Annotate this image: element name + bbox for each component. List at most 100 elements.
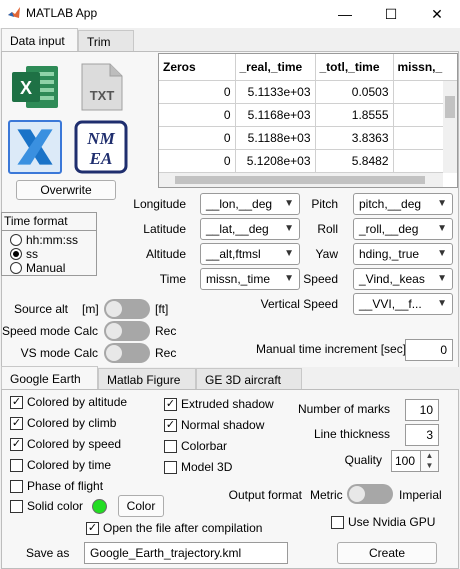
radio-hhmmss[interactable] xyxy=(10,234,22,246)
chevron-down-icon: ▼ xyxy=(437,273,447,284)
table-row[interactable]: 0 5.1168e+03 1.8555 1 xyxy=(159,103,457,127)
checkbox-label: Colored by time xyxy=(27,458,112,472)
column-header[interactable]: missn,_ xyxy=(393,54,457,81)
checkbox-label: Use Nvidia GPU xyxy=(348,515,436,529)
scrollbar-thumb[interactable] xyxy=(175,176,425,184)
speed-dropdown[interactable]: _Vind,_keas ▼ xyxy=(353,268,453,290)
color-button[interactable]: Color xyxy=(118,495,164,517)
table-row[interactable]: 0 5.1208e+03 5.8482 5 xyxy=(159,149,457,173)
dropdown-value: _Vind,_keas xyxy=(359,272,425,286)
switch-left-label: Metric xyxy=(310,488,343,502)
time-format-title: Time format xyxy=(4,214,68,228)
output-format-label: Output format xyxy=(228,488,302,502)
x-tool-icon[interactable] xyxy=(8,120,62,174)
excel-icon[interactable]: X xyxy=(8,60,62,114)
radio-label: ss xyxy=(26,247,38,261)
table-cell[interactable]: 5.1133e+03 xyxy=(235,80,316,104)
extruded-shadow-checkbox[interactable]: ✓ xyxy=(164,398,177,411)
column-header[interactable]: _totl,_time xyxy=(315,54,394,81)
time-label: Time xyxy=(159,272,186,286)
table-cell[interactable]: 0.0503 xyxy=(315,80,394,104)
switch-right-label: Rec xyxy=(155,324,177,338)
chevron-down-icon: ▼ xyxy=(437,223,447,234)
save-as-field[interactable]: Google_Earth_trajectory.kml xyxy=(84,542,288,564)
checkbox-label: Colored by climb xyxy=(27,416,117,430)
table-cell[interactable]: 0 xyxy=(159,126,236,150)
create-button[interactable]: Create xyxy=(337,542,437,564)
tab-trim[interactable]: Trim xyxy=(78,30,134,52)
chevron-down-icon: ▼ xyxy=(437,248,447,259)
colorbar-checkbox[interactable] xyxy=(164,440,177,453)
chevron-down-icon[interactable]: ▼ xyxy=(421,461,438,471)
switch-right-label: Rec xyxy=(155,346,177,360)
tab-ge-3d-aircraft[interactable]: GE 3D aircraft xyxy=(196,368,302,390)
table-cell[interactable]: 0 xyxy=(159,103,236,127)
tab-google-earth[interactable]: Google Earth xyxy=(1,366,98,390)
time-dropdown[interactable]: missn,_time ▼ xyxy=(200,268,300,290)
table-cell[interactable]: 5.8482 xyxy=(315,149,394,173)
latitude-dropdown[interactable]: __lat,__deg ▼ xyxy=(200,218,300,240)
altitude-label: Altitude xyxy=(145,247,186,261)
vertical-speed-dropdown[interactable]: __VVI,__f... ▼ xyxy=(353,293,453,315)
model-3d-checkbox[interactable] xyxy=(164,461,177,474)
chevron-down-icon: ▼ xyxy=(437,198,447,209)
colored-by-altitude-checkbox[interactable]: ✓ xyxy=(10,396,23,409)
chevron-down-icon: ▼ xyxy=(437,298,447,309)
vs-mode-switch[interactable] xyxy=(104,343,150,363)
vertical-scrollbar[interactable] xyxy=(443,81,457,173)
table-cell[interactable]: 5.1208e+03 xyxy=(235,149,316,173)
switch-knob xyxy=(106,301,122,317)
checkbox-label: Solid color xyxy=(27,499,84,513)
nmea-icon[interactable]: NM EA xyxy=(74,120,128,174)
txt-file-icon[interactable]: TXT xyxy=(74,60,128,114)
yaw-dropdown[interactable]: hding,_true ▼ xyxy=(353,243,453,265)
line-thickness-field[interactable]: 3 xyxy=(405,424,439,446)
table-row[interactable]: 0 5.1188e+03 3.8363 3 xyxy=(159,126,457,150)
colored-by-speed-checkbox[interactable]: ✓ xyxy=(10,438,23,451)
colored-by-climb-checkbox[interactable]: ✓ xyxy=(10,417,23,430)
open-after-compilation-checkbox[interactable]: ✓ xyxy=(86,522,99,535)
manual-increment-field[interactable]: 0 xyxy=(405,339,453,361)
vertical-speed-label: Vertical Speed xyxy=(260,297,338,311)
source-alt-switch[interactable] xyxy=(104,299,150,319)
table-cell[interactable]: 0 xyxy=(159,149,236,173)
tab-data-input[interactable]: Data input xyxy=(1,28,78,52)
data-table[interactable]: Zeros _real,_time _totl,_time missn,_ 0 … xyxy=(158,53,458,188)
table-row[interactable]: 0 5.1133e+03 0.0503 ( xyxy=(159,80,457,104)
output-format-switch[interactable] xyxy=(347,484,393,504)
altitude-dropdown[interactable]: __alt,ftmsl ▼ xyxy=(200,243,300,265)
column-header[interactable]: _real,_time xyxy=(235,54,316,81)
quality-stepper[interactable]: ▲ ▼ xyxy=(421,450,439,472)
horizontal-scrollbar[interactable] xyxy=(159,173,443,187)
use-nvidia-gpu-checkbox[interactable] xyxy=(331,516,344,529)
solid-color-checkbox[interactable] xyxy=(10,500,23,513)
tab-matlab-figure[interactable]: Matlab Figure xyxy=(98,368,196,390)
table-cell[interactable]: 5.1188e+03 xyxy=(235,126,316,150)
radio-ss[interactable] xyxy=(10,248,22,260)
table-cell[interactable]: 5.1168e+03 xyxy=(235,103,316,127)
phase-of-flight-checkbox[interactable] xyxy=(10,480,23,493)
pitch-dropdown[interactable]: pitch,__deg ▼ xyxy=(353,193,453,215)
number-of-marks-field[interactable]: 10 xyxy=(405,399,439,421)
table-cell[interactable]: 0 xyxy=(159,80,236,104)
close-button[interactable]: ✕ xyxy=(414,0,460,28)
quality-spinner[interactable]: 100 xyxy=(391,450,421,472)
colored-by-time-checkbox[interactable] xyxy=(10,459,23,472)
longitude-dropdown[interactable]: __lon,__deg ▼ xyxy=(200,193,300,215)
roll-dropdown[interactable]: _roll,__deg ▼ xyxy=(353,218,453,240)
radio-label: hh:mm:ss xyxy=(26,233,79,247)
maximize-button[interactable]: ☐ xyxy=(368,0,414,28)
table-cell[interactable]: 3.8363 xyxy=(315,126,394,150)
radio-label: Manual xyxy=(26,261,66,275)
overwrite-button[interactable]: Overwrite xyxy=(16,180,116,200)
scrollbar-thumb[interactable] xyxy=(445,96,455,118)
switch-right-label: [ft] xyxy=(155,302,169,316)
minimize-button[interactable]: — xyxy=(322,0,368,28)
chevron-up-icon[interactable]: ▲ xyxy=(421,451,438,461)
latitude-label: Latitude xyxy=(143,222,186,236)
table-cell[interactable]: 1.8555 xyxy=(315,103,394,127)
column-header[interactable]: Zeros xyxy=(159,54,236,81)
radio-manual[interactable] xyxy=(10,262,22,274)
normal-shadow-checkbox[interactable]: ✓ xyxy=(164,419,177,432)
speed-mode-switch[interactable] xyxy=(104,321,150,341)
